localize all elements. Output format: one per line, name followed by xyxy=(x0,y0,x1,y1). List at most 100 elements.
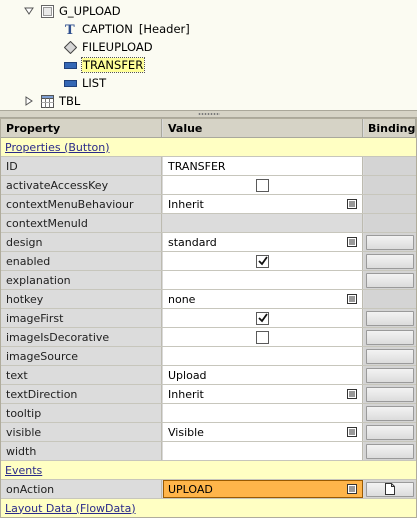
svg-text:T: T xyxy=(65,23,75,36)
dropdown-list-icon[interactable] xyxy=(347,484,357,494)
tree-node-transfer[interactable]: TRANSFER xyxy=(63,56,146,74)
tree-node-caption[interactable]: T CAPTION [Header] xyxy=(63,20,190,38)
width-field[interactable] xyxy=(163,442,363,460)
dropdown-value: standard xyxy=(168,235,217,249)
binding-button[interactable] xyxy=(366,405,414,421)
diamond-icon xyxy=(63,40,77,54)
group-label[interactable]: Events xyxy=(5,461,42,479)
enabled-checkbox[interactable] xyxy=(256,254,269,268)
create-event-handler-button[interactable] xyxy=(366,481,414,497)
binding-button[interactable] xyxy=(366,234,414,250)
binding-cell xyxy=(364,385,416,403)
column-header-binding[interactable]: Binding xyxy=(364,119,416,137)
table-row: contextMenuBehaviour Inherit xyxy=(1,195,416,214)
table-row: textDirection Inherit xyxy=(1,385,416,404)
property-name: onAction xyxy=(1,480,162,498)
explanation-field[interactable] xyxy=(163,271,363,289)
button-icon xyxy=(63,76,77,90)
binding-cell xyxy=(364,214,416,232)
binding-button[interactable] xyxy=(366,310,414,326)
binding-cell xyxy=(364,309,416,327)
id-value-field[interactable]: TRANSFER xyxy=(163,157,363,175)
column-header-value[interactable]: Value xyxy=(163,119,363,137)
expand-arrow-icon[interactable] xyxy=(24,96,34,106)
property-name: activateAccessKey xyxy=(1,176,162,194)
dropdown-list-icon[interactable] xyxy=(347,427,357,437)
tree-node-fileupload[interactable]: FILEUPLOAD xyxy=(63,38,153,56)
property-name: ID xyxy=(1,157,162,175)
group-row-events[interactable]: Events xyxy=(1,461,416,480)
button-icon xyxy=(63,58,77,72)
image-is-decorative-cell xyxy=(163,328,363,346)
binding-cell xyxy=(364,404,416,422)
table-row: tooltip xyxy=(1,404,416,423)
context-menu-behaviour-dropdown[interactable]: Inherit xyxy=(163,195,363,213)
pane-splitter[interactable] xyxy=(0,110,417,118)
group-row-layout-data[interactable]: Layout Data (FlowData) xyxy=(1,499,416,517)
table-row: enabled xyxy=(1,252,416,271)
binding-button[interactable] xyxy=(366,329,414,345)
context-menu-id-field[interactable] xyxy=(163,214,363,232)
table-row: width xyxy=(1,442,416,461)
dropdown-list-icon[interactable] xyxy=(347,237,357,247)
image-first-cell xyxy=(163,309,363,327)
image-source-field[interactable] xyxy=(163,347,363,365)
splitter-grip-icon[interactable] xyxy=(198,113,220,115)
binding-cell xyxy=(364,480,416,498)
property-name: text xyxy=(1,366,162,384)
tree-node-label: G_UPLOAD xyxy=(59,4,121,18)
binding-button[interactable] xyxy=(366,272,414,288)
text-value-field[interactable]: Upload xyxy=(163,366,363,384)
binding-button[interactable] xyxy=(366,253,414,269)
hotkey-dropdown[interactable]: none xyxy=(163,290,363,308)
binding-button[interactable] xyxy=(366,424,414,440)
property-name: tooltip xyxy=(1,404,162,422)
visible-dropdown[interactable]: Visible xyxy=(163,423,363,441)
checkmark-icon xyxy=(257,313,268,323)
table-row: explanation xyxy=(1,271,416,290)
design-dropdown[interactable]: standard xyxy=(163,233,363,251)
dropdown-list-icon[interactable] xyxy=(347,199,357,209)
tree-node-list[interactable]: LIST xyxy=(63,74,106,92)
table-row: onAction UPLOAD xyxy=(1,480,416,499)
binding-button[interactable] xyxy=(366,348,414,364)
checkmark-icon xyxy=(257,256,268,266)
table-header-row: Property Value Binding xyxy=(1,119,416,138)
expand-arrow-icon[interactable] xyxy=(24,6,34,16)
group-label[interactable]: Properties (Button) xyxy=(5,138,110,156)
property-name: imageFirst xyxy=(1,309,162,327)
group-row-properties[interactable]: Properties (Button) xyxy=(1,138,416,157)
table-row: activateAccessKey xyxy=(1,176,416,195)
binding-button[interactable] xyxy=(366,386,414,402)
image-first-checkbox[interactable] xyxy=(256,311,269,325)
dropdown-value: Inherit xyxy=(168,197,204,211)
binding-cell xyxy=(364,442,416,460)
binding-cell xyxy=(364,328,416,346)
new-document-icon xyxy=(385,483,395,495)
binding-button[interactable] xyxy=(366,367,414,383)
tooltip-field[interactable] xyxy=(163,404,363,422)
tree-node-label: TBL xyxy=(59,94,81,108)
table-row: imageFirst xyxy=(1,309,416,328)
property-name: imageSource xyxy=(1,347,162,365)
text-direction-dropdown[interactable]: Inherit xyxy=(163,385,363,403)
table-row: visible Visible xyxy=(1,423,416,442)
tree-node-g-upload[interactable]: G_UPLOAD xyxy=(24,2,121,20)
dropdown-list-icon[interactable] xyxy=(347,294,357,304)
table-row: imageSource xyxy=(1,347,416,366)
property-name: design xyxy=(1,233,162,251)
column-header-property[interactable]: Property xyxy=(1,119,162,137)
dropdown-list-icon[interactable] xyxy=(347,389,357,399)
property-name: visible xyxy=(1,423,162,441)
tree-node-tbl[interactable]: TBL xyxy=(24,92,80,110)
table-row: contextMenuId xyxy=(1,214,416,233)
on-action-dropdown[interactable]: UPLOAD xyxy=(163,480,363,498)
image-is-decorative-checkbox[interactable] xyxy=(256,330,269,344)
binding-cell xyxy=(364,347,416,365)
table-row: ID TRANSFER xyxy=(1,157,416,176)
binding-button[interactable] xyxy=(366,443,414,459)
caption-t-icon: T xyxy=(63,22,77,36)
activate-access-key-checkbox[interactable] xyxy=(256,178,269,192)
group-label[interactable]: Layout Data (FlowData) xyxy=(5,499,136,517)
table-row: design standard xyxy=(1,233,416,252)
